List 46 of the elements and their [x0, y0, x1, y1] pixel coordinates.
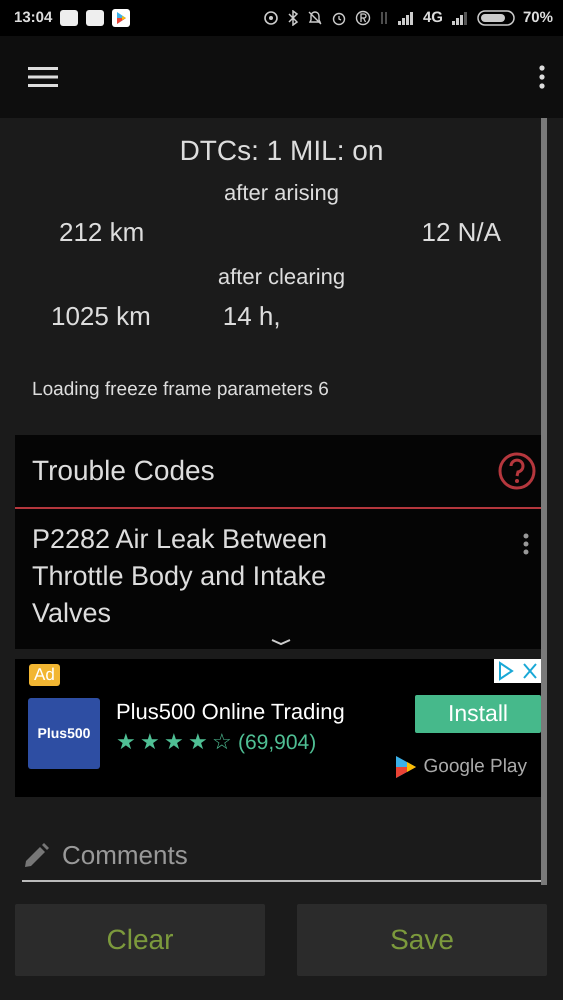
store-name: Google Play [423, 754, 527, 778]
battery-text: 70% [522, 8, 553, 28]
arising-label: after arising [224, 179, 339, 207]
app-icon [86, 10, 104, 26]
alarm-icon [330, 10, 347, 26]
save-button[interactable]: Save [297, 904, 547, 976]
help-icon[interactable] [497, 450, 537, 490]
filled-star-icon: ★ [164, 731, 184, 754]
time-value: 14 h, [222, 300, 281, 333]
loading-text: Loading freeze frame parameters 6 [32, 379, 329, 400]
more-options-icon[interactable] [523, 532, 529, 554]
ad-banner[interactable]: Ad Plus500 Plus500 Online Trading ★ ★ ★ ★ ☆ (69,904) Install Google Play [15, 658, 541, 796]
pencil-icon [22, 842, 50, 870]
filled-star-icon: ★ [116, 731, 136, 754]
more-options-icon[interactable] [539, 65, 545, 89]
trouble-code-text[interactable]: P2282 Air Leak Between Throttle Body and Intake Valves [32, 520, 392, 632]
network-text: 4G [422, 8, 443, 28]
bluetooth-icon [286, 10, 299, 26]
dtc-summary-text: DTCs: 1 MIL: on [180, 134, 384, 168]
app-icon [60, 10, 78, 26]
install-button[interactable]: Install [415, 694, 541, 732]
distance-value: 212 km [59, 216, 144, 249]
battery-icon [476, 10, 515, 26]
signal-icon [450, 11, 469, 25]
app-logo: Plus500 [28, 698, 100, 768]
ad-badge: Ad [29, 664, 60, 686]
hotspot-icon [262, 10, 279, 26]
filled-star-icon: ★ [188, 731, 208, 754]
ad-title: Plus500 Online Trading [116, 698, 345, 726]
play-store-icon [112, 9, 130, 27]
clearing-label: after clearing [218, 263, 346, 291]
clear-button[interactable]: Clear [15, 904, 265, 976]
review-count: (69,904) [238, 730, 316, 756]
clock-text: 13:04 [14, 8, 52, 28]
muted-bell-icon [306, 10, 323, 26]
filled-star-icon: ★ [140, 731, 160, 754]
registered-icon [354, 10, 371, 26]
card-title: Trouble Codes [32, 454, 215, 488]
empty-star-icon: ☆ [212, 731, 232, 754]
signal-icon [396, 11, 415, 25]
menu-icon[interactable] [28, 67, 58, 87]
distance-value: 1025 km [51, 300, 151, 333]
comments-field[interactable]: Comments [60, 835, 460, 876]
play-store-icon [395, 754, 418, 779]
count-value: 12 N/A [422, 216, 501, 249]
scrollbar[interactable] [541, 118, 547, 885]
